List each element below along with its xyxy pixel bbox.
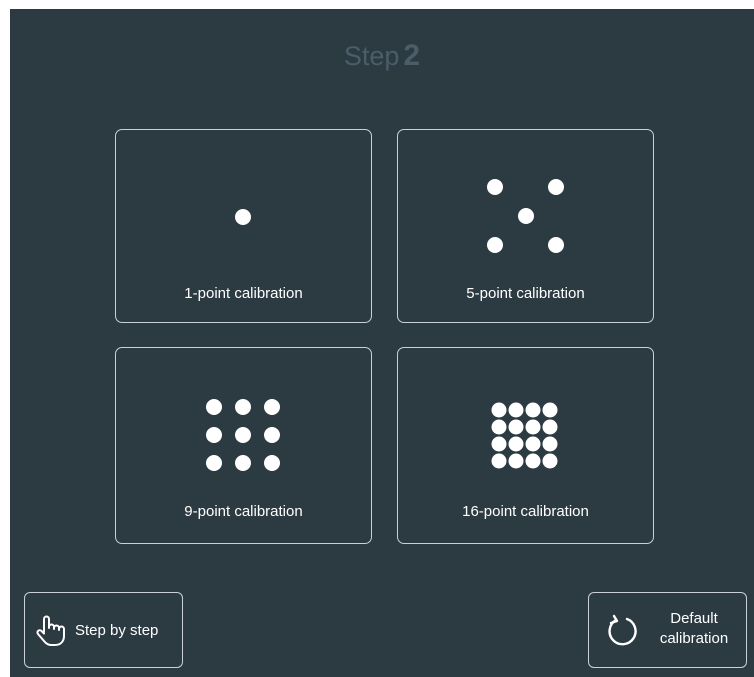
- calibration-dot: [518, 208, 534, 224]
- step-title: Step 2: [10, 39, 754, 73]
- calibration-dot: [508, 436, 524, 452]
- step-number: 2: [403, 39, 421, 72]
- calibration-dot: [542, 419, 558, 435]
- calibration-dot: [491, 419, 507, 435]
- calibration-dot: [235, 209, 251, 225]
- default-calibration-button[interactable]: Default calibration: [588, 592, 747, 668]
- reset-icon: [608, 614, 637, 646]
- calibration-dot: [487, 237, 503, 253]
- option-5-point-calibration[interactable]: 5-point calibration: [397, 129, 654, 323]
- option-1-point-calibration[interactable]: 1-point calibration: [115, 129, 372, 323]
- calibration-dot: [235, 427, 251, 443]
- calibration-dot: [487, 179, 503, 195]
- default-label-line1: Default: [670, 610, 718, 627]
- calibration-dot: [525, 402, 541, 418]
- five-point-pattern-icon: [487, 179, 564, 253]
- option-label: 1-point calibration: [184, 285, 303, 302]
- nine-point-pattern-icon: [206, 399, 280, 471]
- option-9-point-calibration[interactable]: 9-point calibration: [115, 347, 372, 544]
- step-by-step-button[interactable]: Step by step: [24, 592, 183, 668]
- default-calibration-label: Default calibration: [649, 609, 739, 649]
- calibration-dot: [206, 455, 222, 471]
- calibration-dot: [491, 436, 507, 452]
- calibration-dot: [264, 427, 280, 443]
- calibration-dot: [491, 453, 507, 469]
- calibration-dot: [548, 179, 564, 195]
- calibration-dot: [508, 453, 524, 469]
- calibration-dot: [206, 427, 222, 443]
- calibration-dot: [264, 399, 280, 415]
- calibration-dot: [206, 399, 222, 415]
- calibration-dot: [548, 237, 564, 253]
- calibration-dot: [542, 402, 558, 418]
- calibration-screen: Step 2 1-point calibration 5-point calibr…: [10, 9, 754, 677]
- calibration-dot: [542, 453, 558, 469]
- pointing-hand-icon: [36, 615, 65, 646]
- step-word: Step: [343, 41, 400, 71]
- option-label: 5-point calibration: [466, 285, 585, 302]
- step-by-step-label: Step by step: [75, 622, 159, 639]
- calibration-dot: [525, 436, 541, 452]
- one-point-pattern-icon: [235, 209, 251, 225]
- calibration-dot: [264, 455, 280, 471]
- option-16-point-calibration[interactable]: 16-point calibration: [397, 347, 654, 544]
- option-label: 9-point calibration: [184, 503, 303, 520]
- calibration-dot: [525, 419, 541, 435]
- default-label-line2: calibration: [659, 630, 729, 647]
- calibration-dot: [525, 453, 541, 469]
- sixteen-point-pattern-icon: [491, 402, 558, 469]
- calibration-dot: [491, 402, 507, 418]
- calibration-dot: [235, 399, 251, 415]
- calibration-dot: [542, 436, 558, 452]
- calibration-dot: [508, 402, 524, 418]
- option-label: 16-point calibration: [462, 503, 589, 520]
- calibration-dot: [508, 419, 524, 435]
- calibration-dot: [235, 455, 251, 471]
